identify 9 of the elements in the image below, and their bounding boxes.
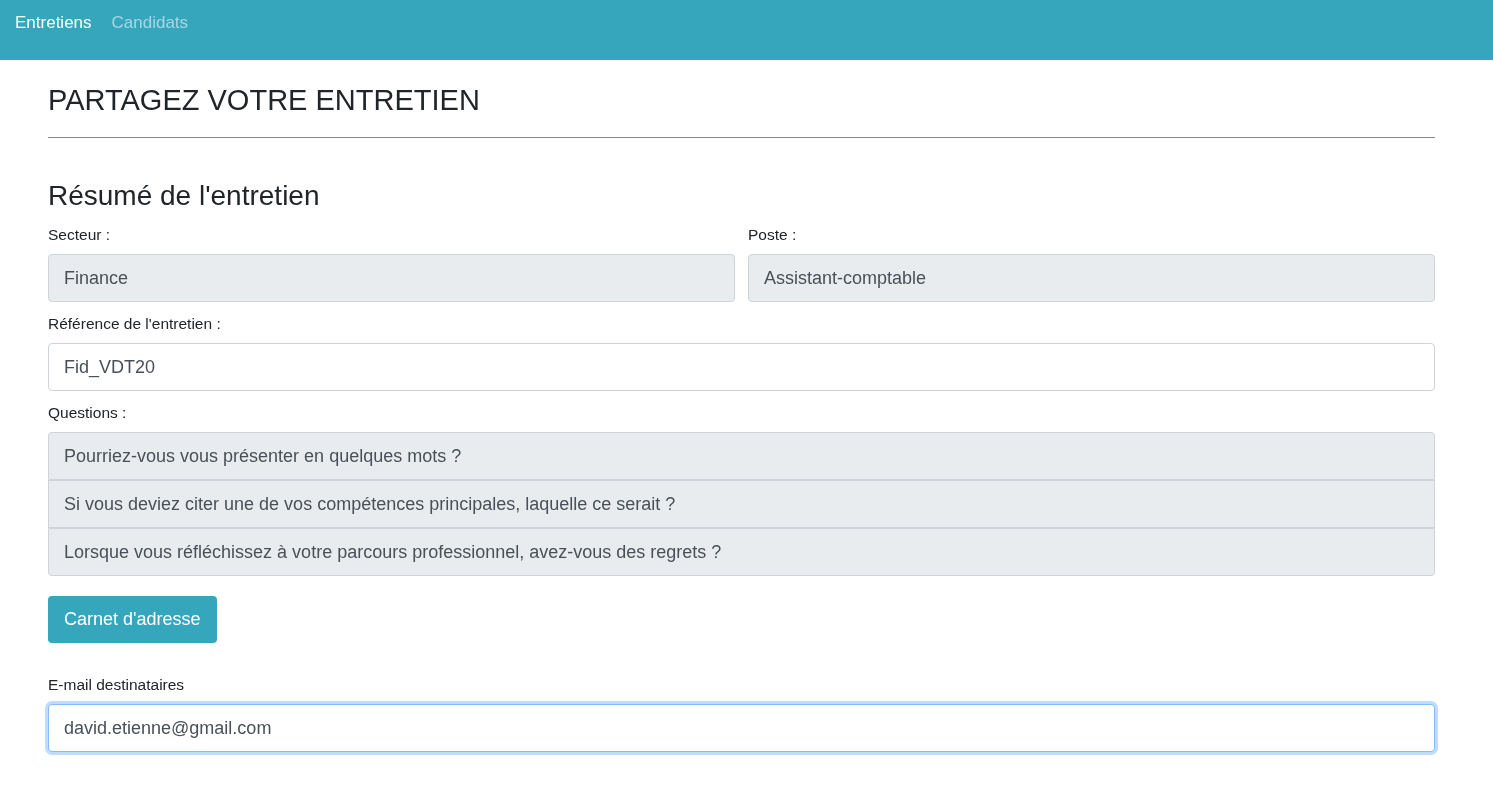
field-label: Référence de l'entretien : (48, 315, 222, 333)
text-field[interactable]: Fid_VDT20 (48, 343, 1435, 391)
field-label: Questions : (48, 404, 128, 422)
page-title: PARTAGEZ VOTRE ENTRETIEN (48, 83, 481, 118)
field-label: Secteur : (48, 226, 112, 244)
field-label: Poste : (748, 226, 798, 244)
field-label: E-mail destinataires (48, 676, 186, 694)
email-field[interactable]: david.etienne@gmail.com (48, 704, 1435, 752)
section-title: Résumé de l'entretien (48, 179, 321, 213)
